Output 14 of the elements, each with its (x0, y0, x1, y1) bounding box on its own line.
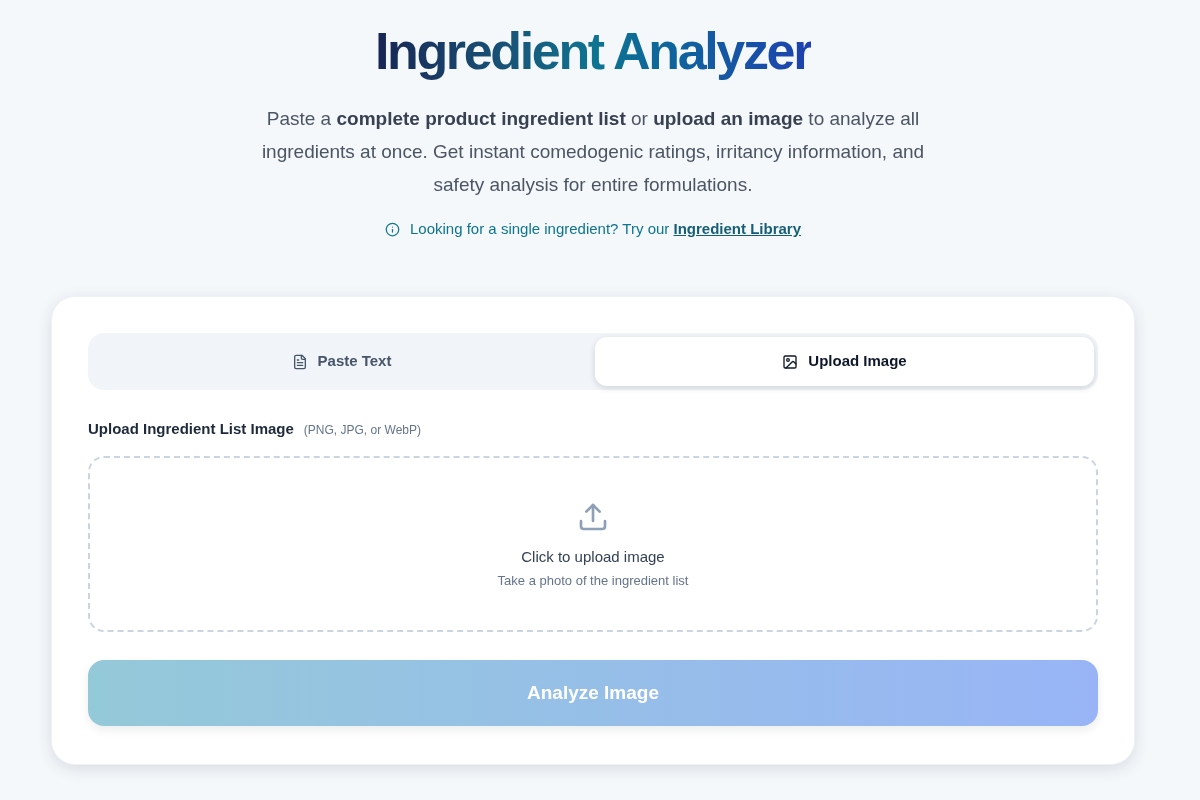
field-label: Upload Ingredient List Image (88, 419, 294, 439)
document-icon (291, 353, 308, 370)
upload-prompt: Click to upload image (521, 547, 665, 567)
upload-dropzone[interactable]: Click to upload image Take a photo of the ingredient list (88, 456, 1098, 632)
formats-hint: (PNG, JPG, or WebP) (303, 422, 421, 439)
upload-icon (577, 501, 609, 533)
hint-text: Looking for a single ingredient? Try our Ingredient Library (410, 219, 801, 239)
description-text: Paste a complete product ingredient list or upload an image to analyze all ingredients at once. Get instant comedogenic ratings, irritancy information, and safety analysis for entire formulations. (260, 107, 926, 197)
tab[interactable]: Upload Image (595, 337, 1094, 386)
tab[interactable]: Paste Text (92, 337, 591, 386)
library-link[interactable]: Ingredient Library (673, 220, 801, 237)
info-icon (385, 221, 400, 237)
image-icon (782, 353, 799, 370)
upload-subtext: Take a photo of the ingredient list (497, 572, 689, 590)
